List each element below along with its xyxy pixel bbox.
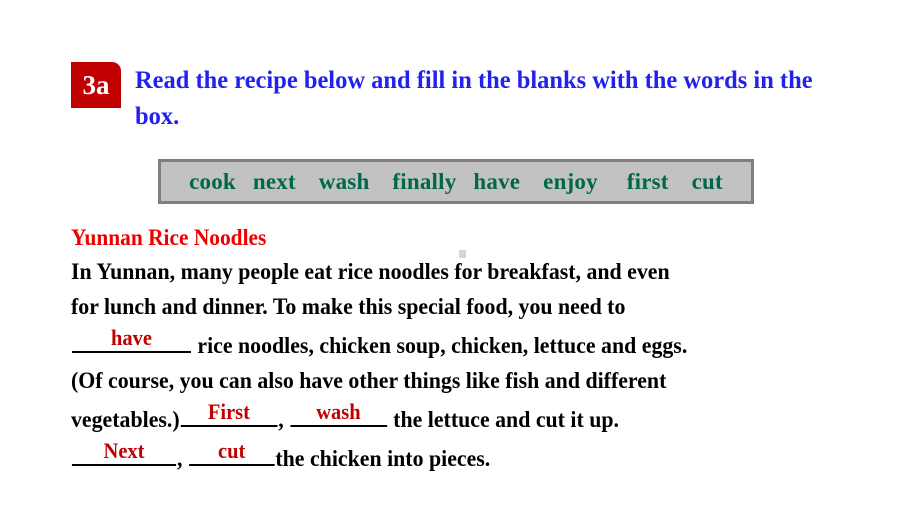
blank-next-answer: Next — [103, 438, 145, 463]
recipe-line-2-text: for lunch and dinner. To make this speci… — [71, 294, 626, 320]
instruction-text: Read the recipe below and fill in the bl… — [135, 65, 813, 130]
recipe-body: Yunnan Rice Noodles In Yunnan, many peop… — [71, 224, 861, 477]
blank-wash[interactable]: wash — [290, 399, 387, 427]
slide-canvas: 3a Read the recipe below and fill in the… — [0, 0, 920, 518]
blank-have-answer: have — [110, 325, 152, 350]
word-bank-word-list: cook next wash finally have enjoy first … — [189, 169, 723, 195]
word-bank-item-cook[interactable]: cook — [189, 169, 236, 195]
blank-cut-answer: cut — [218, 438, 246, 463]
word-bank-box: cook next wash finally have enjoy first … — [158, 159, 754, 204]
blank-first[interactable]: First — [180, 399, 278, 427]
word-bank-item-cut[interactable]: cut — [692, 169, 723, 195]
word-bank-item-enjoy[interactable]: enjoy — [543, 169, 598, 195]
recipe-line-6: Next, cut the chicken into pieces. — [71, 438, 806, 477]
blank-first-answer: First — [207, 399, 250, 424]
word-bank-item-finally[interactable]: finally — [392, 169, 456, 195]
recipe-line-6-suffix: the chicken into pieces. — [275, 446, 491, 472]
recipe-line-5-prefix: vegetables.) — [71, 407, 180, 433]
instruction-row: 3a Read the recipe below and fill in the… — [71, 62, 861, 134]
word-bank-item-wash[interactable]: wash — [319, 169, 370, 195]
recipe-line-2: for lunch and dinner. To make this speci… — [71, 290, 806, 325]
task-number-badge: 3a — [71, 62, 121, 108]
recipe-title: Yunnan Rice Noodles — [71, 225, 267, 250]
recipe-line-3-text: rice noodles, chicken soup, chicken, let… — [191, 333, 688, 359]
recipe-line-5-suffix: the lettuce and cut it up. — [387, 407, 620, 433]
blank-next[interactable]: Next — [71, 438, 177, 466]
word-bank-item-first[interactable]: first — [627, 169, 669, 195]
recipe-line-5-separator: , — [278, 407, 290, 433]
recipe-line-4: (Of course, you can also have other thin… — [71, 364, 806, 399]
recipe-line-4-text: (Of course, you can also have other thin… — [71, 368, 667, 394]
recipe-line-3: have rice noodles, chicken soup, chicken… — [71, 325, 806, 364]
blank-have[interactable]: have — [71, 325, 191, 353]
recipe-line-1-text: In Yunnan, many people eat rice noodles … — [71, 259, 670, 285]
recipe-line-1: In Yunnan, many people eat rice noodles … — [71, 255, 806, 290]
recipe-line-6-separator: , — [177, 446, 188, 472]
recipe-line-5: vegetables.) First, wash the lettuce and … — [71, 399, 806, 438]
word-bank-item-have[interactable]: have — [473, 169, 520, 195]
blank-cut[interactable]: cut — [188, 438, 275, 466]
blank-wash-answer: wash — [316, 399, 361, 424]
word-bank-item-next[interactable]: next — [253, 169, 296, 195]
stray-marker-square — [459, 250, 466, 258]
